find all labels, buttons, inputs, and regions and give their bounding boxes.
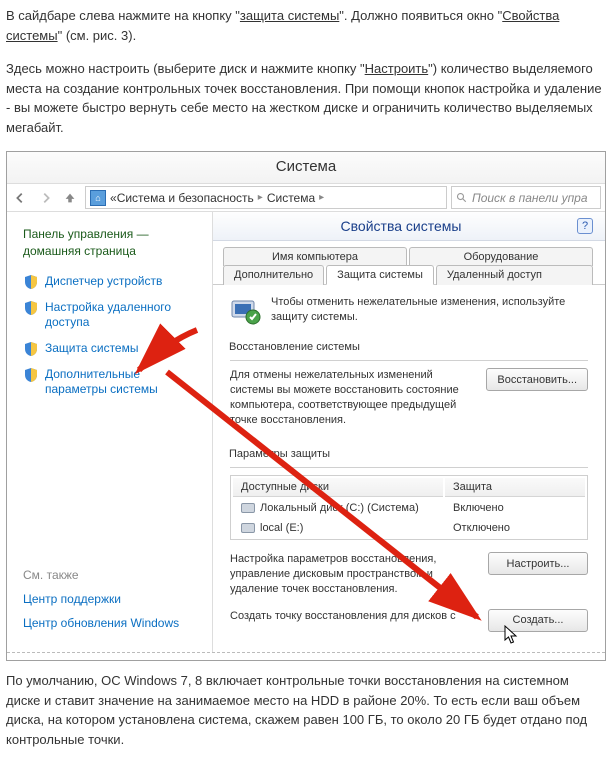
window-title: Система xyxy=(7,152,605,184)
article-paragraph-2: Здесь можно настроить (выберите диск и н… xyxy=(6,59,606,137)
sidebar-item-advanced[interactable]: Дополнительные параметры системы xyxy=(23,367,202,398)
configure-description: Настройка параметров восстановления, упр… xyxy=(230,552,488,597)
cursor-icon xyxy=(504,625,518,645)
col-protection[interactable]: Защита xyxy=(445,478,585,497)
shield-icon xyxy=(23,274,39,290)
shield-icon xyxy=(23,300,39,316)
breadcrumb[interactable]: ⌂ « Система и безопасность ▸ Система ▸ xyxy=(85,186,447,209)
help-icon[interactable]: ? xyxy=(577,218,593,234)
drive-icon xyxy=(241,523,255,533)
system-protection-icon xyxy=(229,295,261,327)
restore-button[interactable]: Восстановить... xyxy=(486,368,588,391)
sidebar-item-system-protection[interactable]: Защита системы xyxy=(23,341,202,357)
drive-icon xyxy=(241,503,255,513)
address-row: ⌂ « Система и безопасность ▸ Система ▸ П… xyxy=(7,184,605,212)
system-window: Система ⌂ « Система и безопасность ▸ Сис… xyxy=(6,151,606,661)
info-text: Чтобы отменить нежелательные изменения, … xyxy=(271,295,589,326)
group-params-label: Параметры защиты xyxy=(229,448,589,460)
search-input[interactable]: Поиск в панели упра xyxy=(451,186,601,209)
control-panel-icon: ⌂ xyxy=(90,190,106,206)
nav-back-icon[interactable] xyxy=(7,184,33,211)
nav-up-icon[interactable] xyxy=(59,184,81,211)
search-icon xyxy=(456,192,468,204)
system-properties-dialog: Свойства системы ? Имя компьютера Оборуд… xyxy=(213,212,605,643)
article-paragraph-3: По умолчанию, ОС Windows 7, 8 включает к… xyxy=(6,671,606,749)
sidebar-item-remote[interactable]: Настройка удаленного доступа xyxy=(23,300,202,331)
sidebar-item-device-manager[interactable]: Диспетчер устройств xyxy=(23,274,202,290)
restore-description: Для отмены нежелательных изменений систе… xyxy=(230,368,486,427)
see-also-header: См. также xyxy=(23,568,202,582)
tab-advanced[interactable]: Дополнительно xyxy=(223,265,324,285)
table-row[interactable]: Локальный диск (C:) (Система) Включено xyxy=(233,499,585,517)
link-protection: защита системы xyxy=(240,8,339,23)
col-drives[interactable]: Доступные диски xyxy=(233,478,443,497)
link-configure: Настроить xyxy=(365,61,429,76)
sidebar-item-update[interactable]: Центр обновления Windows xyxy=(23,616,202,630)
sidebar: Панель управления — домашняя страница Ди… xyxy=(7,212,212,652)
group-restore-label: Восстановление системы xyxy=(229,341,589,353)
create-description: Создать точку восстановления для дисков … xyxy=(230,609,488,624)
dialog-tabs: Имя компьютера Оборудование Дополнительн… xyxy=(213,241,605,285)
tab-remote[interactable]: Удаленный доступ xyxy=(436,265,593,285)
drives-table[interactable]: Доступные диски Защита Локальный диск (C… xyxy=(230,475,588,540)
nav-forward-icon[interactable] xyxy=(33,184,59,211)
table-row[interactable]: local (E:) Отключено xyxy=(233,519,585,537)
tab-hardware[interactable]: Оборудование xyxy=(409,247,593,266)
dialog-title: Свойства системы ? xyxy=(213,212,605,241)
sidebar-item-support[interactable]: Центр поддержки xyxy=(23,592,202,606)
shield-icon xyxy=(23,341,39,357)
torn-edge xyxy=(7,652,605,660)
tab-system-protection[interactable]: Защита системы xyxy=(326,265,434,285)
create-button[interactable]: Создать... xyxy=(488,609,588,632)
tab-computer-name[interactable]: Имя компьютера xyxy=(223,247,407,266)
shield-icon xyxy=(23,367,39,383)
configure-button[interactable]: Настроить... xyxy=(488,552,588,575)
article-paragraph-1: В сайдбаре слева нажмите на кнопку "защи… xyxy=(6,6,606,45)
control-panel-home-link[interactable]: Панель управления — домашняя страница xyxy=(23,226,202,260)
